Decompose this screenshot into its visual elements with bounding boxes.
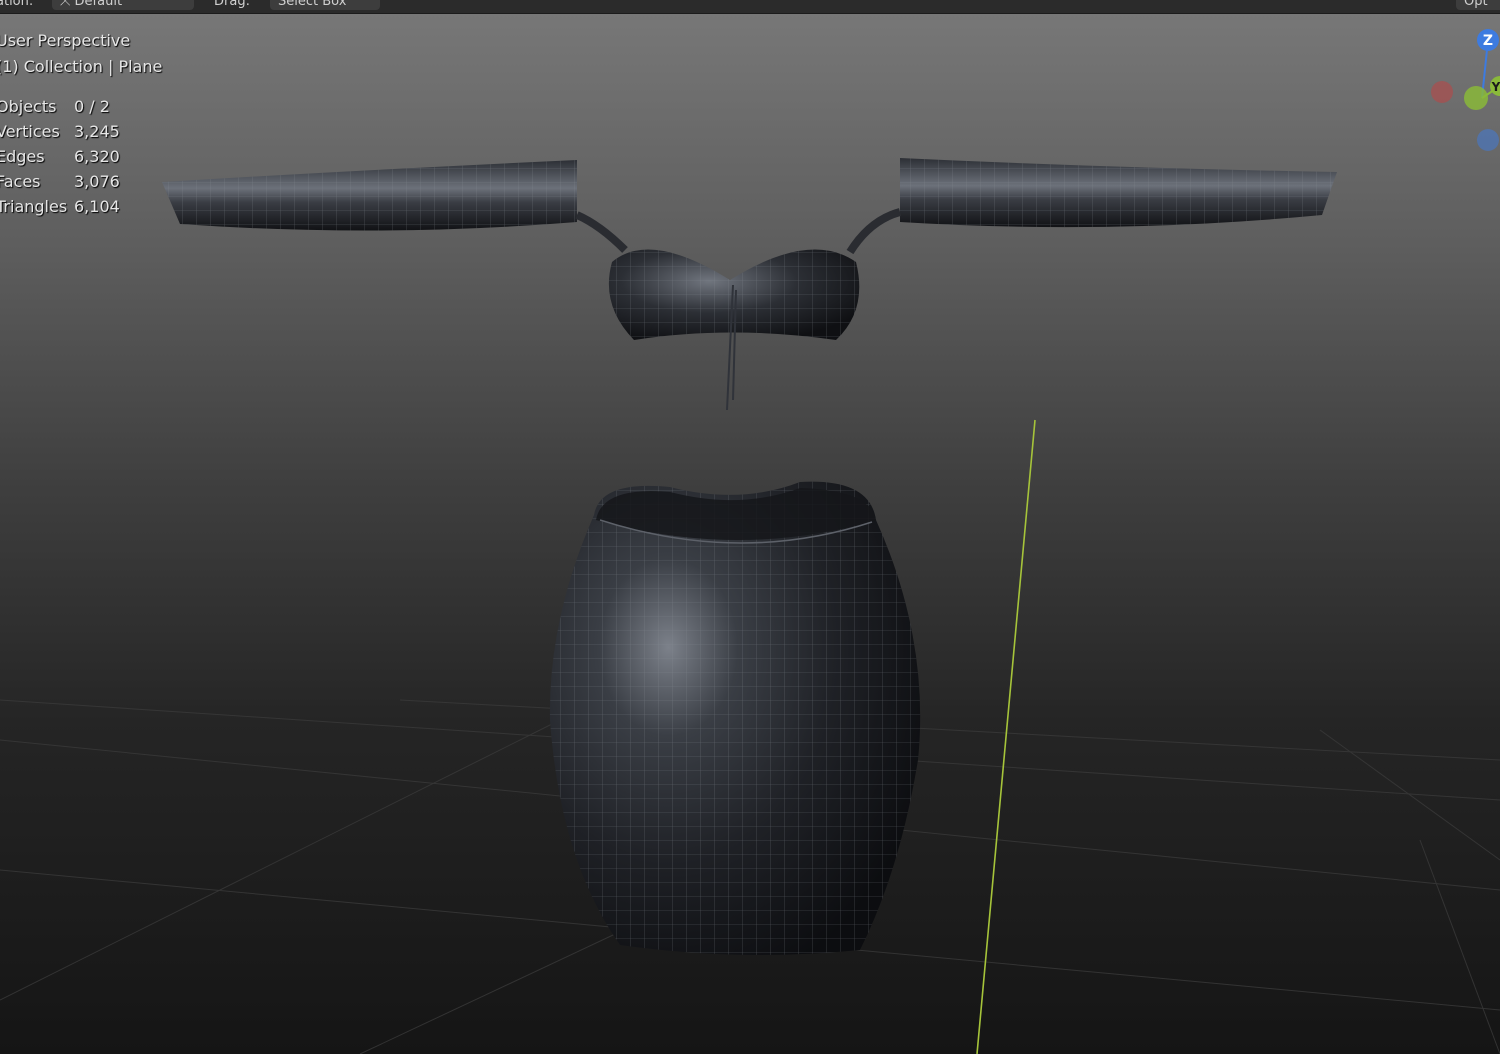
scene-render (0, 158, 1500, 1054)
stat-label: Edges (0, 147, 45, 166)
stat-value: 0 / 2 (74, 97, 110, 116)
stat-label: Faces (0, 172, 41, 191)
drag-dropdown[interactable]: Select Box (270, 0, 380, 10)
stat-value: 3,076 (74, 172, 120, 191)
orientation-dropdown[interactable]: ⤧ Default (52, 0, 194, 10)
skirt (549, 481, 921, 955)
stat-row-faces: Faces 3,076 (0, 169, 162, 194)
right-sleeve (846, 158, 1337, 255)
gizmo-neg-x[interactable] (1431, 81, 1453, 103)
statistics: Objects 0 / 2 Vertices 3,245 Edges 6,320 Fa… (0, 94, 162, 219)
options-dropdown[interactable]: Opt (1456, 0, 1500, 10)
stat-row-edges: Edges 6,320 (0, 144, 162, 169)
stat-value: 3,245 (74, 122, 120, 141)
options-label: Opt (1464, 0, 1488, 9)
orientation-value: Default (74, 0, 123, 9)
drag-label: Drag: (214, 0, 250, 9)
header-toolbar: ation: ⤧ Default Drag: Select Box Opt (0, 0, 1500, 14)
stat-label: Objects (0, 97, 57, 116)
bandeau-top (608, 249, 860, 411)
stat-row-triangles: Triangles 6,104 (0, 194, 162, 219)
left-sleeve (162, 160, 628, 253)
stat-label: Vertices (0, 122, 60, 141)
navigation-gizmo[interactable]: Z Y (1420, 28, 1500, 168)
stat-label: Triangles (0, 197, 68, 216)
stat-row-objects: Objects 0 / 2 (0, 94, 162, 119)
gizmo-z-label: Z (1483, 33, 1493, 49)
viewport-text-info: User Perspective (1) Collection | Plane … (0, 28, 162, 219)
z-axis-line (976, 419, 1036, 1054)
gizmo-neg-y[interactable] (1464, 86, 1488, 110)
orientation-icon: ⤧ (60, 0, 75, 9)
drag-value: Select Box (278, 0, 347, 9)
view-name: User Perspective (0, 31, 131, 50)
stat-row-vertices: Vertices 3,245 (0, 119, 162, 144)
gizmo-neg-z[interactable] (1477, 129, 1499, 151)
stat-value: 6,320 (74, 147, 120, 166)
collection-path: (1) Collection | Plane (0, 57, 163, 76)
orientation-label: ation: (0, 0, 34, 9)
stat-value: 6,104 (74, 197, 120, 216)
3d-viewport[interactable]: User Perspective (1) Collection | Plane … (0, 14, 1500, 1054)
gizmo-y-label: Y (1491, 80, 1500, 94)
